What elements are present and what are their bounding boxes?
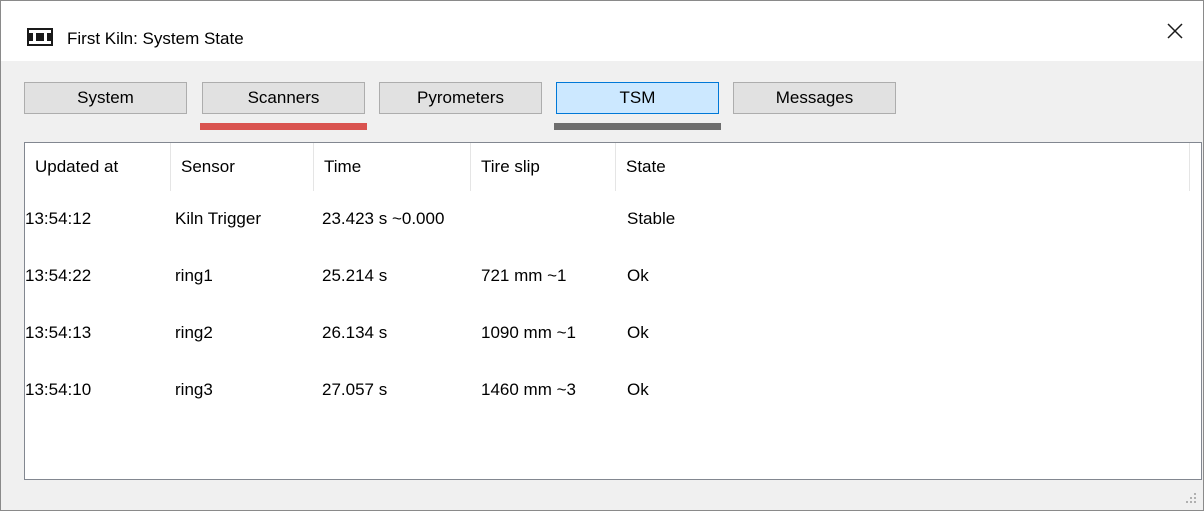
cell-updated-at: 13:54:22 [25, 266, 92, 285]
column-header-label: Tire slip [481, 157, 540, 176]
column-header-label: Sensor [181, 157, 235, 176]
tab-messages[interactable]: Messages [733, 82, 896, 114]
column-header-time[interactable]: Time [314, 143, 471, 191]
column-header-label: State [626, 157, 666, 176]
cell-sensor: ring1 [175, 266, 213, 285]
scanners-status-indicator [200, 123, 367, 130]
cell-sensor: ring2 [175, 323, 213, 342]
tab-tsm-label: TSM [619, 88, 656, 107]
column-header-sensor[interactable]: Sensor [171, 143, 314, 191]
cell-state: Stable [627, 209, 676, 228]
cell-updated-at: 13:54:10 [25, 380, 92, 399]
tab-scanners[interactable]: Scanners [202, 82, 365, 114]
window-title: First Kiln: System State [67, 29, 244, 48]
cell-updated-at: 13:54:13 [25, 323, 92, 342]
cell-updated-at: 13:54:12 [25, 209, 92, 228]
close-icon [1167, 23, 1183, 39]
kiln-window-icon [27, 28, 53, 46]
cell-time: 26.134 s [322, 323, 388, 342]
cell-tire-slip: 1090 mm ~1 [481, 323, 576, 342]
cell-time: 27.057 s [322, 380, 388, 399]
column-header-tire-slip[interactable]: Tire slip [471, 143, 616, 191]
tab-bar: System Scanners Pyrometers TSM Messages [1, 61, 1203, 131]
column-header-label: Updated at [35, 157, 119, 176]
cell-state: Ok [627, 266, 649, 285]
tsm-status-indicator [554, 123, 721, 130]
column-header-state[interactable]: State [616, 143, 1190, 191]
tab-pyrometers[interactable]: Pyrometers [379, 82, 542, 114]
tab-scanners-label: Scanners [247, 88, 320, 107]
tab-pyrometers-label: Pyrometers [417, 88, 504, 107]
tsm-list-view[interactable]: Updated at Sensor Time Tire slip State 1… [24, 142, 1202, 480]
title-bar[interactable]: First Kiln: System State [1, 1, 1203, 61]
close-button[interactable] [1147, 1, 1203, 61]
cell-time: 23.423 s ~0.000 [322, 209, 445, 228]
tab-system-label: System [77, 88, 134, 107]
cell-time: 25.214 s [322, 266, 388, 285]
cell-tire-slip: 721 mm ~1 [481, 266, 567, 285]
tab-messages-label: Messages [775, 88, 854, 107]
cell-tire-slip: 1460 mm ~3 [481, 380, 576, 399]
column-header-label: Time [324, 157, 362, 176]
column-header-updated-at[interactable]: Updated at [25, 143, 171, 191]
resize-grip-icon[interactable] [1185, 492, 1197, 504]
cell-state: Ok [627, 380, 649, 399]
system-state-window: First Kiln: System State System Scanners… [0, 0, 1204, 511]
cell-sensor: Kiln Trigger [175, 209, 261, 228]
tab-system[interactable]: System [24, 82, 187, 114]
cell-state: Ok [627, 323, 649, 342]
cell-sensor: ring3 [175, 380, 213, 399]
tab-tsm[interactable]: TSM [556, 82, 719, 114]
